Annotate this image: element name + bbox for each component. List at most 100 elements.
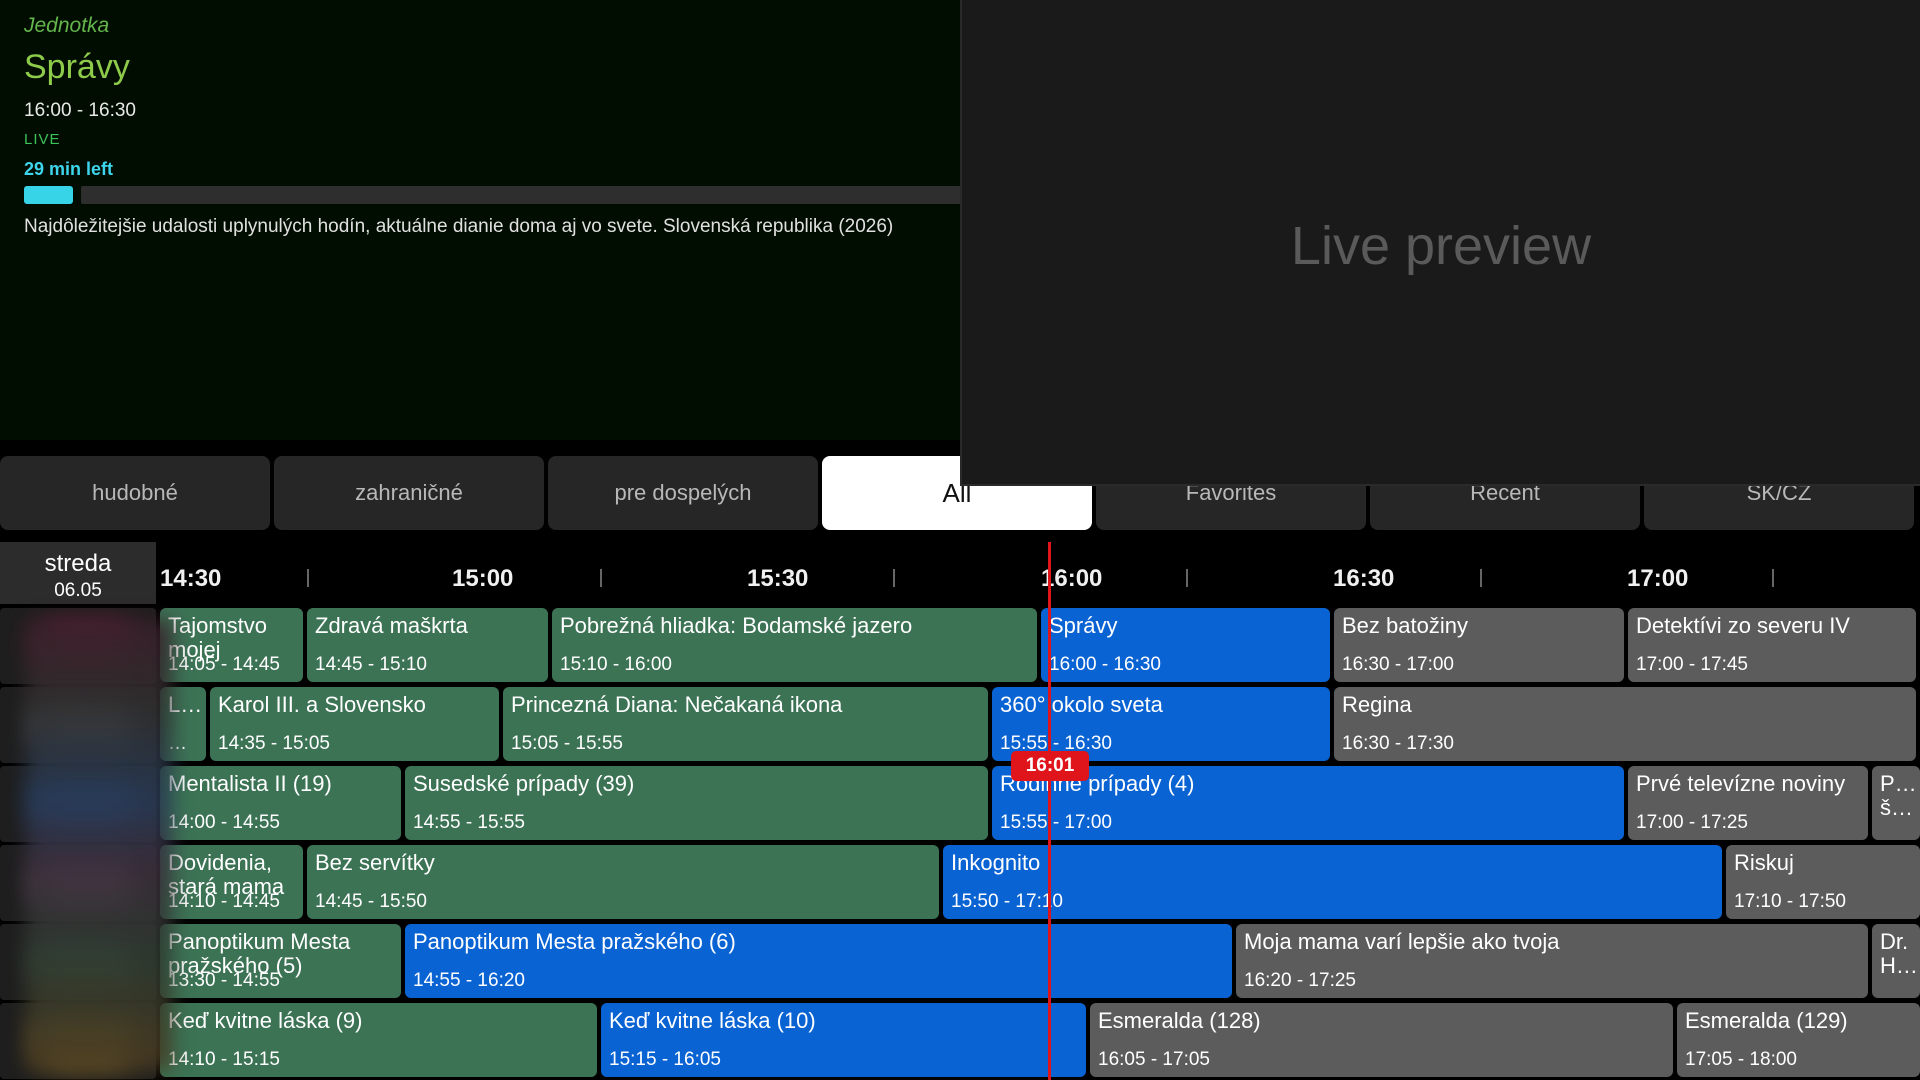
program-info-panel: Jednotka Správy 16:00 - 16:30 LIVE 29 mi… bbox=[0, 0, 1024, 440]
program-cell-time: 16:30 - 17:00 bbox=[1342, 654, 1454, 675]
program-cell-time: 15:15 - 16:05 bbox=[609, 1049, 721, 1070]
progress-fill bbox=[24, 186, 73, 204]
channel-name: Jednotka bbox=[24, 14, 110, 37]
program-cell[interactable]: Regina 16:30 - 17:30 bbox=[1334, 687, 1916, 761]
timeline-tick bbox=[600, 569, 602, 587]
program-cell-title: Správy bbox=[1049, 613, 1118, 638]
program-cell-title: P… š… bbox=[1880, 771, 1917, 820]
program-cell-time: 15:55 - 17:00 bbox=[1000, 812, 1112, 833]
program-cell-time: 15:05 - 15:55 bbox=[511, 733, 623, 754]
program-cell-time: 16:30 - 17:30 bbox=[1342, 733, 1454, 754]
program-cell[interactable]: Detektívi zo severu IV 17:00 - 17:45 bbox=[1628, 608, 1916, 682]
program-cell-title: Detektívi zo severu IV bbox=[1636, 613, 1850, 638]
tab-zahranicne[interactable]: zahraničné bbox=[274, 456, 544, 530]
program-cell[interactable]: Moja mama varí lepšie ako tvoja 16:20 - 1… bbox=[1236, 924, 1868, 998]
program-cell-title: Bez servítky bbox=[315, 850, 435, 875]
timeline-tick bbox=[307, 569, 309, 587]
program-cell-title: Keď kvitne láska (10) bbox=[609, 1008, 816, 1033]
program-cell[interactable]: Prvé televízne noviny 17:00 - 17:25 bbox=[1628, 766, 1868, 840]
program-cell-time: 17:10 - 17:50 bbox=[1734, 891, 1846, 912]
program-cell-time: 14:45 - 15:50 bbox=[315, 891, 427, 912]
program-cell-title: Riskuj bbox=[1734, 850, 1794, 875]
channel-row: Mentalista II (19) 14:00 - 14:55 Susedské… bbox=[0, 766, 1920, 842]
day-date: 06.05 bbox=[54, 580, 102, 601]
program-cell-time: 13:30 - 14:55 bbox=[168, 970, 280, 991]
program-cell-time: 15:10 - 16:00 bbox=[560, 654, 672, 675]
program-cell-time: 14:45 - 15:10 bbox=[315, 654, 427, 675]
program-description: Najdôležitejšie udalosti uplynulých hodí… bbox=[24, 216, 894, 237]
timeline-label: 15:30 bbox=[747, 565, 809, 592]
program-cell[interactable]: Zdravá maškrta 14:45 - 15:10 bbox=[307, 608, 548, 682]
program-cell-time: 14:55 - 16:20 bbox=[413, 970, 525, 991]
timeline-tick bbox=[1772, 569, 1774, 587]
program-cell-title: Regina bbox=[1342, 692, 1412, 717]
program-cell-title: Rodinné prípady (4) bbox=[1000, 771, 1195, 796]
program-cell-current[interactable]: 360° okolo sveta 15:55 - 16:30 bbox=[992, 687, 1330, 761]
program-cell-current[interactable]: Keď kvitne láska (10) 15:15 - 16:05 bbox=[601, 1003, 1086, 1077]
program-cell-time: 16:05 - 17:05 bbox=[1098, 1049, 1210, 1070]
channel-row: Dovidenia, stará mama 14:10 - 14:45 Bez s… bbox=[0, 845, 1920, 921]
program-cell[interactable]: Tajomstvo mojej 14:05 - 14:45 bbox=[160, 608, 303, 682]
program-cell-title: Susedské prípady (39) bbox=[413, 771, 635, 796]
timeline-label: 17:00 bbox=[1627, 565, 1689, 592]
program-cell-time: 16:00 - 16:30 bbox=[1049, 654, 1161, 675]
program-cell[interactable]: Keď kvitne láska (9) 14:10 - 15:15 bbox=[160, 1003, 597, 1077]
program-cell[interactable]: Mentalista II (19) 14:00 - 14:55 bbox=[160, 766, 401, 840]
program-cell[interactable]: Esmeralda (129) 17:05 - 18:00 bbox=[1677, 1003, 1920, 1077]
timeline-label: 15:00 bbox=[452, 565, 514, 592]
timeline-header: 14:30 15:00 15:30 16:00 16:30 17:00 bbox=[160, 555, 1920, 595]
program-cell[interactable]: Karol III. a Slovensko 14:35 - 15:05 bbox=[210, 687, 499, 761]
program-cell-title: Mentalista II (19) bbox=[168, 771, 332, 796]
program-cell-time: 17:00 - 17:25 bbox=[1636, 812, 1748, 833]
program-cell-title: Prvé televízne noviny bbox=[1636, 771, 1846, 796]
program-cell-title: L… bbox=[168, 692, 203, 717]
timeline-label: 16:30 bbox=[1333, 565, 1395, 592]
channel-logos-blurred bbox=[26, 620, 172, 1070]
program-cell[interactable]: Bez servítky 14:45 - 15:50 bbox=[307, 845, 939, 919]
program-cell[interactable]: P… š… bbox=[1872, 766, 1920, 840]
program-title: Správy bbox=[24, 48, 130, 86]
program-cell[interactable]: Dr. H… bbox=[1872, 924, 1920, 998]
program-cell-current[interactable]: Panoptikum Mesta pražského (6) 14:55 - 16… bbox=[405, 924, 1232, 998]
timeline-tick bbox=[1186, 569, 1188, 587]
program-cell-current[interactable]: Inkognito 15:50 - 17:10 bbox=[943, 845, 1722, 919]
program-cell-time: 14:35 - 15:05 bbox=[218, 733, 330, 754]
current-time-badge: 16:01 bbox=[1011, 751, 1089, 781]
program-cell-title: Pobrežná hliadka: Bodamské jazero bbox=[560, 613, 913, 638]
date-selector[interactable]: streda 06.05 bbox=[0, 542, 156, 604]
live-badge: LIVE bbox=[24, 131, 61, 148]
program-progress-bar bbox=[24, 186, 1024, 204]
channel-row: L…… Karol III. a Slovensko 14:35 - 15:05 … bbox=[0, 687, 1920, 763]
program-time: 16:00 - 16:30 bbox=[24, 100, 136, 121]
program-cell-time: 14:10 - 15:15 bbox=[168, 1049, 280, 1070]
program-cell-title: Esmeralda (129) bbox=[1685, 1008, 1848, 1033]
epg-grid: Tajomstvo mojej 14:05 - 14:45 Zdravá mašk… bbox=[0, 608, 1920, 1080]
program-cell-time: 14:05 - 14:45 bbox=[168, 654, 280, 675]
program-cell[interactable]: Panoptikum Mesta pražského (5) 13:30 - 14… bbox=[160, 924, 401, 998]
channel-row: Keď kvitne láska (9) 14:10 - 15:15 Keď kv… bbox=[0, 1003, 1920, 1079]
program-cell-time: 15:50 - 17:10 bbox=[951, 891, 1063, 912]
program-cell[interactable]: Dovidenia, stará mama 14:10 - 14:45 bbox=[160, 845, 303, 919]
channel-row: Tajomstvo mojej 14:05 - 14:45 Zdravá mašk… bbox=[0, 608, 1920, 684]
tab-pre-dospelych[interactable]: pre dospelých bbox=[548, 456, 818, 530]
live-preview[interactable]: Live preview bbox=[960, 0, 1920, 486]
program-cell[interactable]: Esmeralda (128) 16:05 - 17:05 bbox=[1090, 1003, 1673, 1077]
program-cell-title: Inkognito bbox=[951, 850, 1041, 875]
day-name: streda bbox=[44, 550, 112, 577]
tab-hudobne[interactable]: hudobné bbox=[0, 456, 270, 530]
time-left: 29 min left bbox=[24, 159, 114, 179]
program-cell-time: 14:00 - 14:55 bbox=[168, 812, 280, 833]
program-cell-time: 17:00 - 17:45 bbox=[1636, 654, 1748, 675]
live-preview-label: Live preview bbox=[1290, 216, 1592, 276]
program-cell-current[interactable]: Správy 16:00 - 16:30 bbox=[1041, 608, 1330, 682]
progress-track bbox=[81, 186, 1024, 204]
program-cell[interactable]: Princezná Diana: Nečakaná ikona 15:05 - 1… bbox=[503, 687, 988, 761]
program-cell[interactable]: Bez batožiny 16:30 - 17:00 bbox=[1334, 608, 1624, 682]
program-cell[interactable]: Pobrežná hliadka: Bodamské jazero 15:10 -… bbox=[552, 608, 1037, 682]
program-cell[interactable]: Susedské prípady (39) 14:55 - 15:55 bbox=[405, 766, 988, 840]
program-cell-title: Dr. H… bbox=[1880, 929, 1918, 978]
program-cell-title: Esmeralda (128) bbox=[1098, 1008, 1261, 1033]
program-cell[interactable]: Riskuj 17:10 - 17:50 bbox=[1726, 845, 1920, 919]
program-cell-title: Princezná Diana: Nečakaná ikona bbox=[511, 692, 843, 717]
current-time-line bbox=[1048, 542, 1051, 1080]
